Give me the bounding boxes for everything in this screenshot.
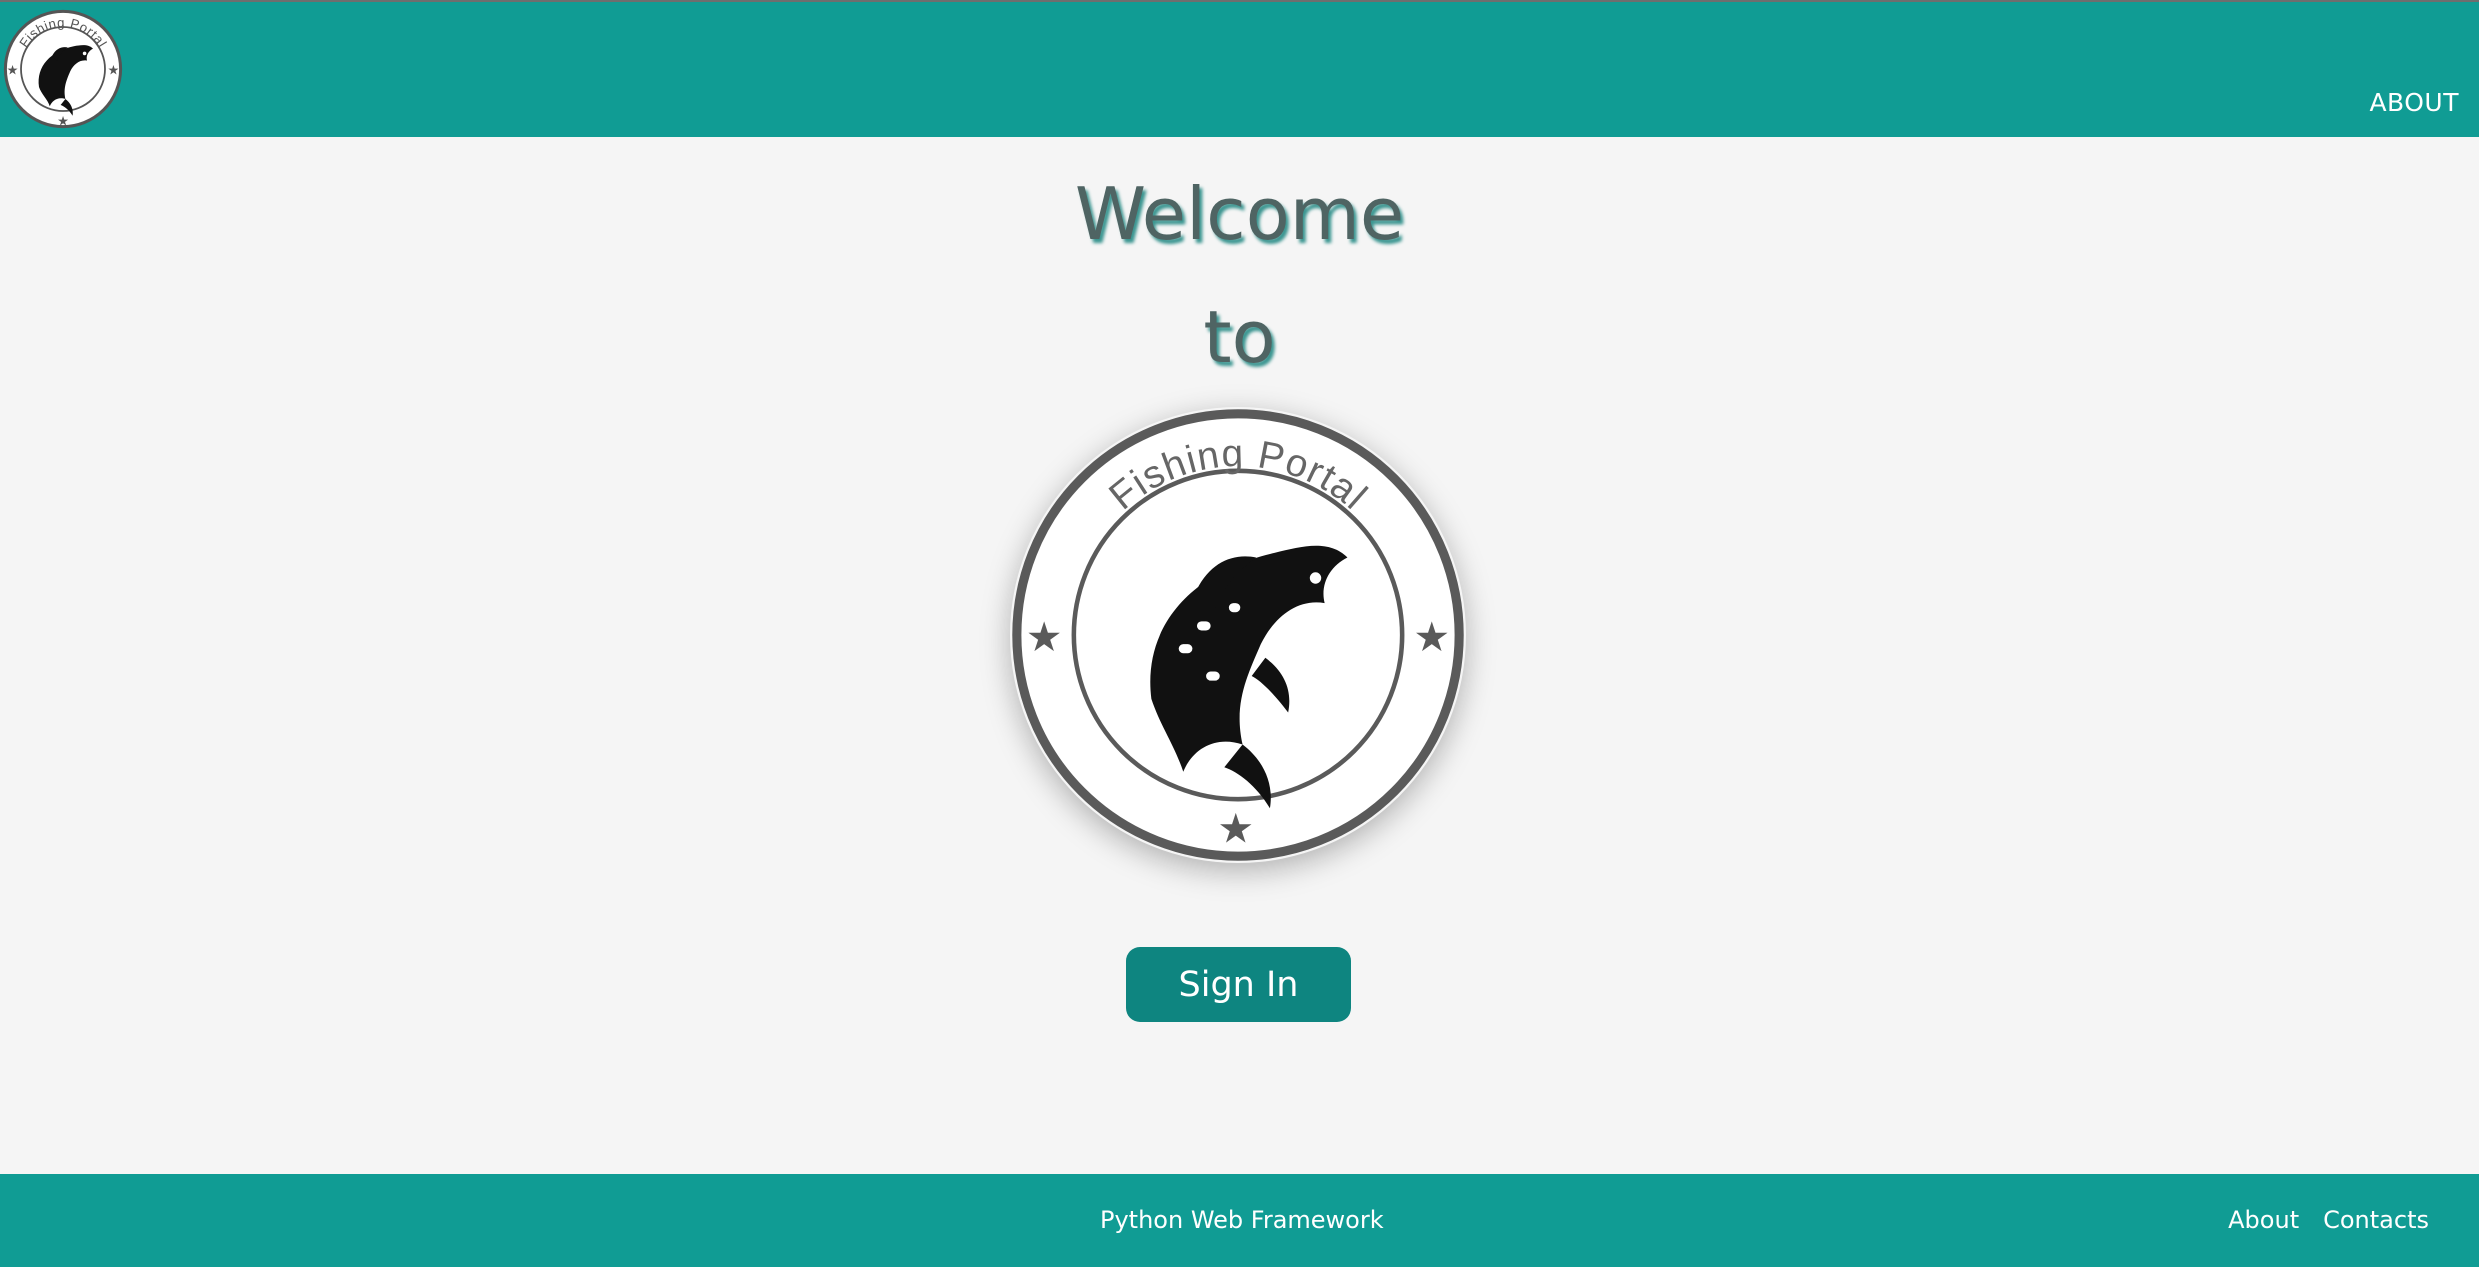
nav-about-link[interactable]: ABOUT [2369, 88, 2459, 117]
welcome-heading-line1: Welcome [1074, 172, 1405, 256]
footer-contacts-link[interactable]: Contacts [2323, 1206, 2429, 1234]
main-content: Welcome to Fishing Portal ★ ★ ★ Sign In [0, 137, 2479, 1174]
welcome-heading-line2: to [1203, 295, 1276, 379]
page: Fishing Portal ★ ★ ★ ABOUT Welcome to Fi… [0, 0, 2479, 1267]
svg-text:★: ★ [1413, 613, 1450, 661]
sign-in-button[interactable]: Sign In [1126, 947, 1351, 1022]
footer-about-link[interactable]: About [2228, 1206, 2299, 1234]
fishing-portal-logo-icon: Fishing Portal ★ ★ ★ [1012, 409, 1464, 861]
top-navbar: Fishing Portal ★ ★ ★ ABOUT [0, 0, 2479, 137]
hero-logo: Fishing Portal ★ ★ ★ [1010, 407, 1466, 863]
svg-text:★: ★ [1026, 613, 1063, 661]
header-logo[interactable]: Fishing Portal ★ ★ ★ [3, 9, 123, 129]
svg-text:★: ★ [1217, 804, 1254, 852]
svg-text:★: ★ [107, 63, 119, 78]
footer-links: About Contacts [2228, 1206, 2429, 1234]
footer-framework-text: Python Web Framework [1100, 1206, 1384, 1234]
footer: Python Web Framework About Contacts [0, 1174, 2479, 1267]
svg-text:★: ★ [57, 114, 69, 129]
svg-text:★: ★ [7, 63, 19, 78]
fishing-portal-logo-icon: Fishing Portal ★ ★ ★ [3, 9, 123, 129]
